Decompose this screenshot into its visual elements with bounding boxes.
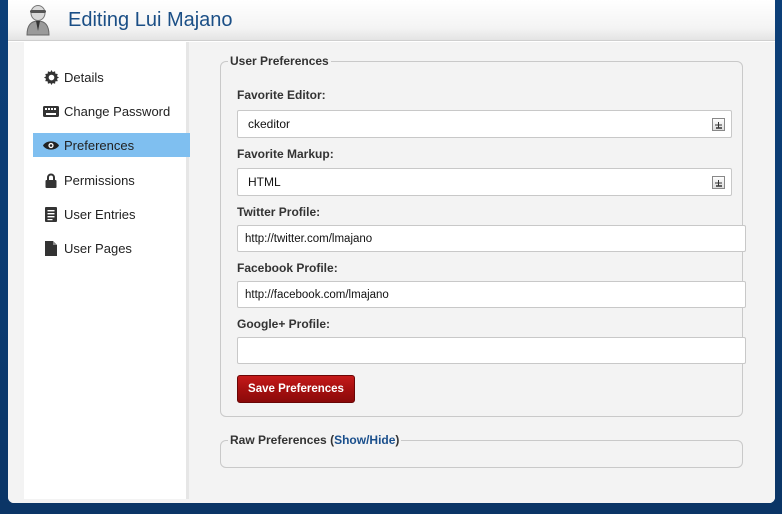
twitter-profile-input[interactable]: http://twitter.com/lmajano — [237, 225, 746, 252]
raw-preferences-title: Raw Preferences — [230, 433, 327, 447]
sidebar-item-details[interactable]: Details — [33, 65, 193, 89]
fieldset-legend: User Preferences — [228, 54, 331, 68]
keyboard-icon — [42, 102, 60, 120]
favorite-markup-value: HTML — [248, 175, 281, 189]
sidebar-item-label: Preferences — [64, 137, 135, 153]
sidebar-item-label: User Entries — [64, 206, 136, 222]
favorite-editor-value: ckeditor — [248, 117, 291, 131]
dropdown-arrow-icon — [712, 118, 725, 131]
page-title: Editing Lui Majano — [68, 8, 233, 31]
lock-icon — [42, 171, 60, 189]
editor-window: Editing Lui Majano Details Change Passwo… — [8, 0, 775, 503]
sidebar-item-label: Details — [64, 69, 104, 85]
sidebar-item-permissions[interactable]: Permissions — [33, 168, 193, 192]
favorite-markup-select[interactable]: HTML — [237, 168, 732, 196]
facebook-profile-label: Facebook Profile: — [237, 261, 338, 275]
title-bar: Editing Lui Majano — [8, 0, 775, 41]
sidebar-item-user-pages[interactable]: User Pages — [33, 236, 193, 260]
twitter-profile-label: Twitter Profile: — [237, 205, 321, 219]
favorite-markup-label: Favorite Markup: — [237, 147, 334, 161]
sidebar-item-preferences[interactable]: Preferences — [33, 133, 201, 157]
body-area: Details Change Password Preferences Perm… — [8, 42, 775, 503]
pages-icon — [42, 239, 60, 257]
favorite-editor-select[interactable]: ckeditor — [237, 110, 732, 138]
gear-icon — [42, 68, 60, 86]
googleplus-profile-input[interactable] — [237, 337, 746, 364]
preferences-panel: User Preferences Favorite Editor: ckedit… — [190, 42, 775, 503]
dropdown-arrow-icon — [712, 176, 725, 189]
user-avatar-icon — [24, 3, 52, 37]
save-preferences-button[interactable]: Save Preferences — [237, 375, 355, 403]
sidebar-item-user-entries[interactable]: User Entries — [33, 202, 193, 226]
show-hide-link[interactable]: Show/Hide — [334, 433, 395, 447]
sidebar-item-label: Change Password — [64, 103, 171, 119]
sidebar-item-label: User Pages — [64, 240, 132, 256]
facebook-profile-input[interactable]: http://facebook.com/lmajano — [237, 281, 746, 308]
raw-preferences-legend: Raw Preferences (Show/Hide) — [228, 433, 402, 447]
favorite-editor-label: Favorite Editor: — [237, 88, 326, 102]
googleplus-profile-label: Google+ Profile: — [237, 317, 331, 331]
document-icon — [42, 205, 60, 223]
sidebar: Details Change Password Preferences Perm… — [24, 42, 201, 499]
sidebar-item-change-password[interactable]: Change Password — [33, 99, 193, 123]
raw-close-paren: ) — [395, 433, 400, 447]
sidebar-item-label: Permissions — [64, 172, 135, 188]
eye-icon — [42, 136, 60, 154]
